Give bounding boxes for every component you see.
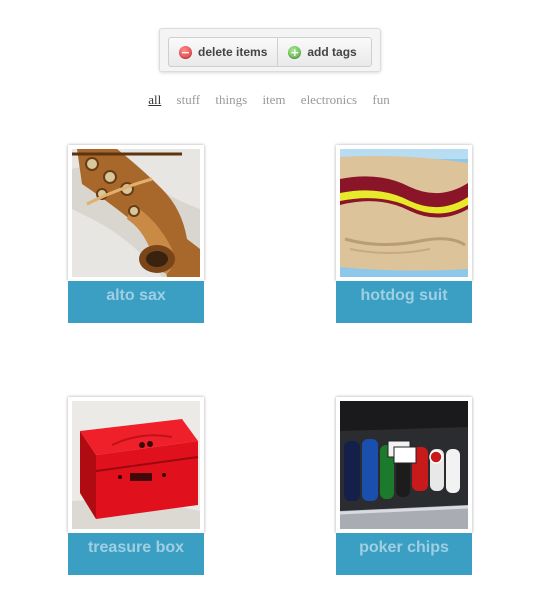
- filter-item[interactable]: item: [262, 92, 285, 107]
- item-thumbnail[interactable]: [336, 397, 472, 533]
- toolbar: − delete items + add tags: [159, 28, 381, 72]
- filter-all[interactable]: all: [148, 92, 161, 107]
- saxophone-image: [72, 149, 200, 277]
- item-title[interactable]: poker chips: [336, 533, 472, 575]
- delete-items-button[interactable]: − delete items: [169, 38, 277, 66]
- item-thumbnail[interactable]: [68, 397, 204, 533]
- filter-electronics[interactable]: electronics: [301, 92, 357, 107]
- item-card-poker-chips[interactable]: poker chips: [336, 397, 472, 575]
- add-tags-label: add tags: [307, 45, 357, 59]
- item-title[interactable]: alto sax: [68, 281, 204, 323]
- item-title[interactable]: hotdog suit: [336, 281, 472, 323]
- poker-chips-image: [340, 401, 468, 529]
- item-card-hotdog-suit[interactable]: hotdog suit: [336, 145, 472, 323]
- filter-stuff[interactable]: stuff: [177, 92, 201, 107]
- action-button-group: − delete items + add tags: [168, 37, 372, 67]
- plus-circle-icon: +: [288, 45, 302, 59]
- item-card-treasure-box[interactable]: treasure box: [68, 397, 204, 575]
- filter-fun[interactable]: fun: [372, 92, 389, 107]
- item-thumbnail[interactable]: [68, 145, 204, 281]
- delete-items-label: delete items: [198, 45, 268, 59]
- filter-things[interactable]: things: [215, 92, 247, 107]
- hotdog-suit-image: [340, 149, 468, 277]
- tag-filter-bar: all stuff things item electronics fun: [0, 92, 538, 108]
- item-title[interactable]: treasure box: [68, 533, 204, 575]
- treasure-box-image: [72, 401, 200, 529]
- minus-circle-icon: −: [179, 45, 192, 59]
- item-card-alto-sax[interactable]: alto sax: [68, 145, 204, 323]
- item-thumbnail[interactable]: [336, 145, 472, 281]
- add-tags-button[interactable]: + add tags: [277, 38, 366, 66]
